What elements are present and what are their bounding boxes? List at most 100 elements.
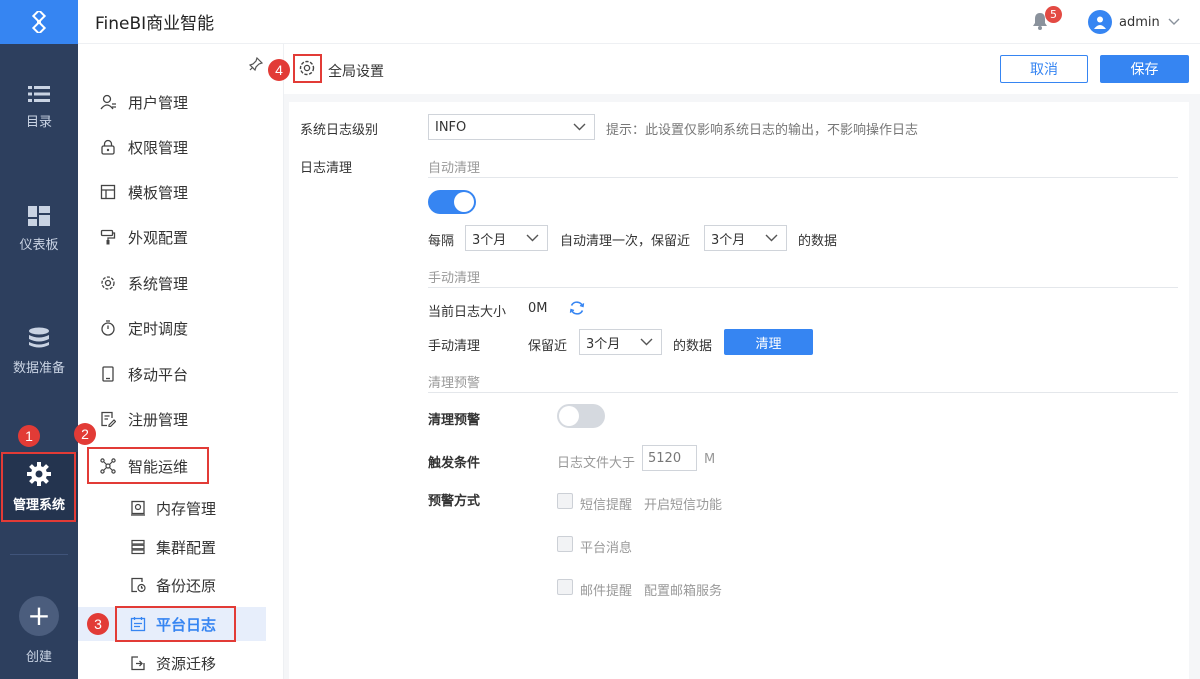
auto-keep-select[interactable]: 3个月	[704, 225, 787, 251]
section-divider	[428, 287, 1178, 288]
sidebar-item-registration[interactable]: 注册管理	[78, 402, 284, 436]
sidebar-item-templates[interactable]: 模板管理	[78, 175, 284, 209]
manual-keep-value: 3个月	[586, 336, 621, 352]
log-level-select[interactable]: INFO	[428, 114, 595, 140]
avatar-icon	[1088, 10, 1112, 34]
sidebar-subitem-backup[interactable]: 备份还原	[78, 568, 266, 602]
manual-keep-select[interactable]: 3个月	[579, 329, 662, 355]
log-size-label: 当前日志大小	[428, 305, 507, 320]
dashboard-icon	[28, 205, 50, 226]
sidebar-item-permissions[interactable]: 权限管理	[78, 130, 284, 164]
sidebar-item-label: 模板管理	[128, 183, 189, 202]
toggle-knob	[559, 406, 579, 426]
notification-badge: 5	[1045, 6, 1062, 23]
sidebar-subitem-memory[interactable]: 内存管理	[78, 491, 266, 525]
platform-message-checkbox[interactable]	[557, 536, 573, 552]
rail-item-create[interactable]: + 创建	[0, 596, 78, 665]
chevron-down-icon	[765, 234, 778, 242]
interval-select[interactable]: 3个月	[465, 225, 548, 251]
register-icon	[101, 411, 116, 427]
log-size-value: 0M	[528, 301, 548, 316]
log-level-hint: 提示：此设置仅影响系统日志的输出，不影响操作日志	[606, 123, 919, 138]
timer-icon	[101, 320, 115, 336]
sms-label: 短信提醒	[580, 498, 633, 513]
paint-roller-icon	[100, 229, 116, 245]
pin-icon[interactable]	[249, 57, 263, 71]
log-level-label: 系统日志级别	[300, 123, 379, 138]
rail-item-dashboard[interactable]: 仪表板	[0, 194, 78, 264]
list-icon	[28, 85, 50, 102]
interval-value: 3个月	[472, 232, 507, 248]
sms-enable-link[interactable]: 开启短信功能	[644, 494, 722, 513]
settings-panel	[289, 102, 1189, 679]
trigger-size-input[interactable]: 5120	[642, 445, 697, 471]
email-config-link[interactable]: 配置邮箱服务	[644, 580, 722, 599]
trigger-label: 触发条件	[428, 456, 481, 471]
warning-toggle[interactable]	[557, 404, 605, 428]
server-icon	[131, 539, 145, 555]
rail-item-label: 数据准备	[12, 360, 65, 376]
warning-method-label: 预警方式	[428, 494, 481, 509]
manual-clean-suffix: 的数据	[673, 339, 713, 354]
toggle-knob	[454, 192, 474, 212]
auto-clean-toggle[interactable]	[428, 190, 476, 214]
sidebar-item-mobile[interactable]: 移动平台	[78, 357, 284, 391]
user-name: admin	[1119, 14, 1160, 30]
warning-section: 清理预警	[428, 376, 481, 391]
sidebar-subitem-label: 内存管理	[156, 499, 217, 518]
trigger-text: 日志文件大于	[557, 456, 636, 471]
trigger-unit: M	[704, 452, 716, 467]
sidebar-subitem-cluster[interactable]: 集群配置	[78, 530, 266, 564]
mobile-icon	[102, 366, 114, 382]
manual-clean-row-label: 手动清理	[428, 339, 481, 354]
clean-button[interactable]: 清理	[724, 329, 813, 355]
rail-item-label: 创建	[25, 650, 52, 665]
section-divider	[428, 392, 1178, 393]
trigger-size-value: 5120	[648, 450, 682, 466]
sidebar-subitem-migration[interactable]: 资源迁移	[78, 646, 266, 679]
fine-logo-icon[interactable]	[0, 0, 78, 44]
plus-icon: +	[19, 596, 59, 636]
sidebar-item-appearance[interactable]: 外观配置	[78, 220, 284, 254]
annotation-box-admin	[1, 452, 76, 522]
memory-icon	[131, 500, 145, 516]
annotation-marker-4: 4	[268, 59, 290, 81]
sms-checkbox[interactable]	[557, 493, 573, 509]
refresh-icon[interactable]	[569, 300, 585, 316]
rail-item-catalog[interactable]: 目录	[0, 72, 78, 142]
annotation-box-global-settings	[293, 54, 322, 83]
sidebar-subitem-label: 备份还原	[156, 576, 217, 595]
template-icon	[100, 184, 116, 200]
auto-clean-middle-text: 自动清理一次，保留近	[560, 234, 691, 249]
top-header: FineBI商业智能 5 admin	[78, 0, 1200, 44]
chevron-down-icon	[573, 123, 586, 131]
log-clean-label: 日志清理	[300, 161, 353, 176]
save-button[interactable]: 保存	[1100, 55, 1189, 83]
sidebar-item-system[interactable]: 系统管理	[78, 266, 284, 300]
annotation-box-ops	[87, 447, 209, 484]
manual-clean-section: 手动清理	[428, 271, 481, 286]
admin-sidebar: 用户管理 权限管理 模板管理 外观配置 系统管理 定时调度 移动平台 注册管理 …	[78, 44, 284, 679]
sidebar-item-label: 定时调度	[128, 319, 189, 338]
content-header: 全局设置 取消 保存	[288, 44, 1200, 94]
chevron-down-icon	[526, 234, 539, 242]
rail-divider	[10, 554, 68, 555]
user-icon	[100, 94, 116, 110]
email-checkbox[interactable]	[557, 579, 573, 595]
cancel-button[interactable]: 取消	[1000, 55, 1088, 83]
sidebar-item-label: 用户管理	[128, 93, 189, 112]
database-icon	[29, 327, 49, 347]
sidebar-item-users[interactable]: 用户管理	[78, 85, 284, 119]
sidebar-item-label: 权限管理	[128, 138, 189, 157]
sidebar-item-label: 外观配置	[128, 228, 189, 247]
rail-item-data-prep[interactable]: 数据准备	[0, 316, 78, 386]
warning-toggle-label: 清理预警	[428, 413, 481, 428]
annotation-box-platform-log	[115, 606, 236, 642]
manual-keep-label: 保留近	[528, 339, 568, 354]
annotation-marker-2: 2	[74, 423, 96, 445]
lock-icon	[101, 139, 115, 155]
sidebar-subitem-label: 资源迁移	[156, 654, 217, 673]
user-menu[interactable]: admin	[1088, 10, 1180, 34]
sidebar-item-schedule[interactable]: 定时调度	[78, 311, 284, 345]
chevron-down-icon	[640, 338, 653, 346]
